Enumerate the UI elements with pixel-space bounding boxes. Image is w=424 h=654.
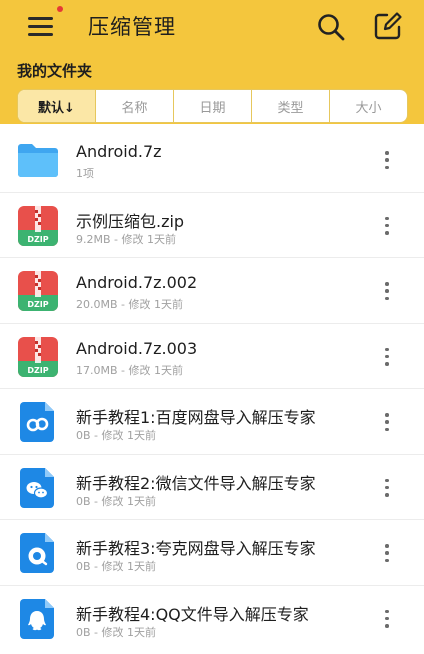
list-item[interactable]: 新手教程2:微信文件导入解压专家 0B - 修改 1天前 bbox=[0, 455, 424, 520]
wechat-doc-icon bbox=[16, 466, 60, 510]
svg-text:DZIP: DZIP bbox=[27, 235, 48, 244]
search-icon[interactable] bbox=[316, 12, 346, 42]
file-name: 新手教程1:百度网盘导入解压专家 bbox=[76, 408, 316, 427]
zip-archive-icon: DZIP bbox=[16, 204, 60, 248]
qq-doc-icon bbox=[16, 597, 60, 641]
edit-icon[interactable] bbox=[373, 11, 403, 41]
more-options-icon[interactable] bbox=[378, 542, 396, 564]
sort-tab-date[interactable]: 日期 bbox=[173, 90, 251, 122]
file-name: Android.7z.002 bbox=[76, 273, 198, 292]
page-title: 压缩管理 bbox=[88, 15, 176, 39]
svg-text:DZIP: DZIP bbox=[27, 366, 48, 375]
file-meta: 9.2MB - 修改 1天前 bbox=[76, 232, 176, 246]
file-name: Android.7z bbox=[76, 142, 162, 161]
more-options-icon[interactable] bbox=[378, 608, 396, 630]
sort-tab-default[interactable]: 默认↓ bbox=[18, 90, 95, 122]
list-item[interactable]: DZIP 示例压缩包.zip 9.2MB - 修改 1天前 bbox=[0, 193, 424, 258]
svg-text:DZIP: DZIP bbox=[27, 300, 48, 309]
folder-icon bbox=[16, 138, 60, 182]
sort-tab-type[interactable]: 类型 bbox=[251, 90, 329, 122]
more-options-icon[interactable] bbox=[378, 280, 396, 302]
file-list: Android.7z 1项 DZIP 示例压缩包.zip 9.2MB - 修改 … bbox=[0, 127, 424, 651]
file-meta: 0B - 修改 1天前 bbox=[76, 429, 157, 442]
file-name: 新手教程4:QQ文件导入解压专家 bbox=[76, 604, 309, 624]
app-bar: 压缩管理 bbox=[0, 0, 424, 56]
hamburger-menu-icon[interactable] bbox=[28, 6, 63, 40]
file-name: 新手教程3:夸克网盘导入解压专家 bbox=[76, 539, 316, 558]
list-item[interactable]: 新手教程4:QQ文件导入解压专家 0B - 修改 1天前 bbox=[0, 586, 424, 652]
notification-dot bbox=[57, 6, 63, 12]
file-meta: 20.0MB - 修改 1天前 bbox=[76, 298, 183, 311]
baidu-netdisk-doc-icon bbox=[16, 400, 60, 444]
file-meta: 17.0MB - 修改 1天前 bbox=[76, 363, 183, 377]
sort-tabs: 默认↓ 名称 日期 类型 大小 bbox=[17, 89, 408, 123]
file-meta: 0B - 修改 1天前 bbox=[76, 625, 157, 639]
quark-doc-icon bbox=[16, 531, 60, 575]
more-options-icon[interactable] bbox=[378, 477, 396, 499]
more-options-icon[interactable] bbox=[378, 411, 396, 433]
list-item[interactable]: DZIP Android.7z.003 17.0MB - 修改 1天前 bbox=[0, 324, 424, 389]
file-name: 示例压缩包.zip bbox=[76, 211, 185, 231]
file-meta: 1项 bbox=[76, 167, 94, 180]
file-name: 新手教程2:微信文件导入解压专家 bbox=[76, 473, 316, 493]
section-title: 我的文件夹 bbox=[17, 62, 93, 80]
more-options-icon[interactable] bbox=[378, 346, 396, 368]
file-name: Android.7z.003 bbox=[76, 338, 198, 358]
top-bar: 压缩管理 我的文件夹 默认↓ 名称 日期 类型 大小 bbox=[0, 0, 424, 124]
list-item[interactable]: 新手教程1:百度网盘导入解压专家 0B - 修改 1天前 bbox=[0, 389, 424, 455]
file-meta: 0B - 修改 1天前 bbox=[76, 560, 157, 573]
more-options-icon[interactable] bbox=[378, 215, 396, 237]
list-item[interactable]: DZIP Android.7z.002 20.0MB - 修改 1天前 bbox=[0, 258, 424, 324]
list-item[interactable]: 新手教程3:夸克网盘导入解压专家 0B - 修改 1天前 bbox=[0, 520, 424, 586]
sort-tab-size[interactable]: 大小 bbox=[329, 90, 407, 122]
file-meta: 0B - 修改 1天前 bbox=[76, 494, 157, 508]
list-item[interactable]: Android.7z 1项 bbox=[0, 127, 424, 193]
more-options-icon[interactable] bbox=[378, 149, 396, 171]
zip-archive-icon: DZIP bbox=[16, 335, 60, 379]
zip-archive-icon: DZIP bbox=[16, 269, 60, 313]
sort-tab-name[interactable]: 名称 bbox=[95, 90, 173, 122]
